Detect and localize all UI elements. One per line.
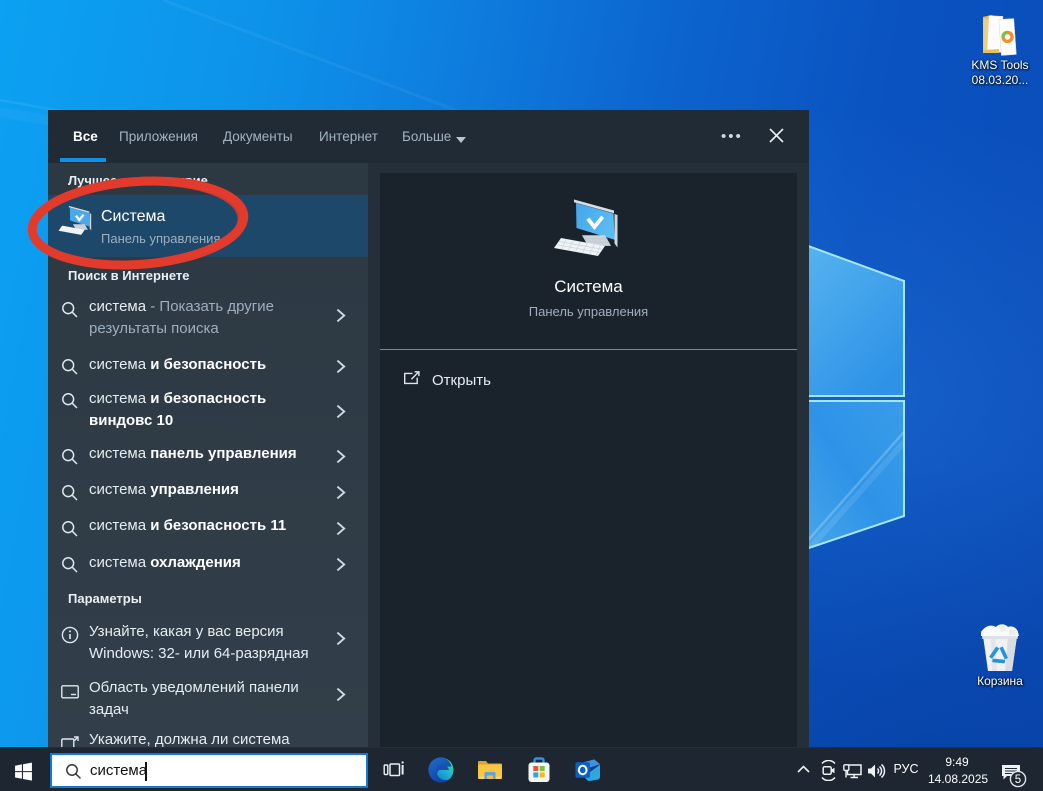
- svg-text:5: 5: [1015, 774, 1021, 786]
